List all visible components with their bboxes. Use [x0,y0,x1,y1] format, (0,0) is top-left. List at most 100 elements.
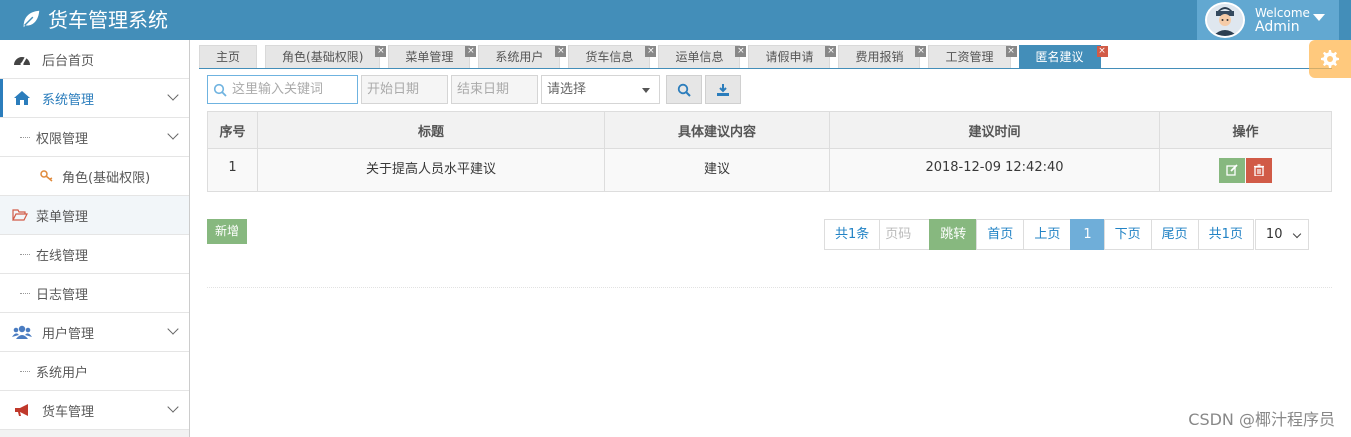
sidebar-item-menus[interactable]: 菜单管理 [0,196,189,235]
close-icon[interactable]: × [465,46,477,57]
bullhorn-icon [12,403,32,417]
suggestions-table: 序号 标题 具体建议内容 建议时间 操作 1 关于提高人员水平建议 建议 201… [207,111,1332,192]
page-size-select[interactable]: 10 [1254,219,1309,250]
sidebar-item-label: 系统用户 [36,365,89,381]
search-button[interactable] [666,75,702,104]
export-button[interactable] [705,75,741,104]
close-icon[interactable]: × [645,46,657,57]
sidebar-item-permissions[interactable]: 权限管理 [0,118,189,157]
sidebar-item-label: 用户管理 [42,326,95,342]
total-count: 共1条 [824,219,881,250]
cell-content: 建议 [604,148,830,192]
jump-button[interactable]: 跳转 [929,219,978,250]
tab-waybill-info[interactable]: 运单信息 × [658,45,747,68]
tab-label: 货车信息 [585,50,634,64]
sidebar-item-label: 系统管理 [42,92,95,108]
close-icon[interactable]: × [1005,46,1017,57]
chevron-down-icon [1292,229,1302,239]
search-toolbar: 这里输入关键词 开始日期 结束日期 请选择 [207,75,741,104]
sidebar-item-label: 菜单管理 [36,209,89,225]
brand[interactable]: 货车管理系统 [20,4,168,33]
page-number-input[interactable]: 页码 [879,219,931,250]
sidebar-item-dashboard[interactable]: 后台首页 [0,40,189,79]
caret-down-icon [642,88,650,93]
sidebar-item-users[interactable]: 用户管理 [0,313,189,352]
keyword-search-input[interactable]: 这里输入关键词 [207,75,358,104]
sidebar-item-online[interactable]: 在线管理 [0,235,189,274]
edit-button[interactable] [1219,157,1245,183]
col-header: 操作 [1159,111,1332,149]
sidebar-item-system[interactable]: 系统管理 [0,79,189,118]
prev-page-button[interactable]: 上页 [1023,219,1072,250]
close-icon[interactable]: × [375,46,387,57]
sidebar-item-label: 后台首页 [42,53,95,69]
filter-select[interactable]: 请选择 [541,75,660,104]
cell-actions [1159,148,1332,192]
tab-expenses[interactable]: 费用报销 × [838,45,927,68]
download-icon [717,83,729,96]
user-menu[interactable]: Welcome Admin [1197,0,1339,40]
sidebar-item-roles[interactable]: 角色(基础权限) [0,157,189,196]
cell-no: 1 [207,148,258,192]
tab-roles[interactable]: 角色(基础权限) × [265,45,387,68]
tab-label: 运单信息 [675,50,724,64]
sidebar-item-logs[interactable]: 日志管理 [0,274,189,313]
tab-menus[interactable]: 菜单管理 × [388,45,477,68]
tab-system-users[interactable]: 系统用户 × [478,45,567,68]
sidebar-item-label: 角色(基础权限) [62,170,151,186]
sidebar-item-label: 在线管理 [36,248,89,264]
tab-truck-info[interactable]: 货车信息 × [568,45,657,68]
tab-home[interactable]: 主页 [199,45,258,68]
tab-label: 角色(基础权限) [282,50,364,64]
first-page-button[interactable]: 首页 [976,219,1025,250]
col-header[interactable]: 具体建议内容 [604,111,830,149]
chevron-down-icon [167,401,179,413]
home-icon [12,90,32,106]
sidebar: 后台首页 系统管理 权限管理 角色(基础权限) 菜单管理 在线管理 日志管理 用… [0,40,190,437]
divider [207,287,1332,288]
sidebar-item-system-users[interactable]: 系统用户 [0,352,189,391]
sidebar-item-label: 货车管理 [42,404,95,420]
tab-label: 匿名建议 [1035,50,1084,64]
chevron-down-icon [167,323,179,335]
chevron-down-icon [167,128,179,140]
tab-divider [199,68,1332,69]
tab-label: 工资管理 [945,50,994,64]
close-icon[interactable]: × [825,46,837,57]
last-page-button[interactable]: 尾页 [1150,219,1199,250]
user-name: Admin [1255,19,1300,35]
start-date-input[interactable]: 开始日期 [361,75,448,104]
tab-salary[interactable]: 工资管理 × [928,45,1017,68]
top-navbar: 货车管理系统 Welcome Admin [0,0,1351,40]
tab-label: 费用报销 [855,50,904,64]
col-header[interactable]: 建议时间 [829,111,1160,149]
delete-button[interactable] [1246,157,1272,183]
close-icon[interactable]: × [735,46,747,57]
caret-down-icon [1313,14,1325,21]
sidebar-item-trucks[interactable]: 货车管理 [0,391,189,430]
tab-anonymous-suggestions[interactable]: 匿名建议 × [1018,45,1108,68]
tab-label: 主页 [216,50,241,64]
cell-title: 关于提高人员水平建议 [257,148,605,192]
settings-button[interactable] [1309,40,1351,78]
add-button[interactable]: 新增 [207,219,247,244]
close-icon[interactable]: × [1096,46,1108,57]
avatar [1205,2,1245,38]
next-page-button[interactable]: 下页 [1103,219,1152,250]
tab-bar: 主页 角色(基础权限) × 菜单管理 × 系统用户 × 货车信息 × 运单信息 × 请假申… [199,45,1109,69]
close-icon[interactable]: × [915,46,927,57]
end-date-input[interactable]: 结束日期 [451,75,538,104]
close-icon[interactable]: × [555,46,567,57]
col-header[interactable]: 序号 [207,111,258,149]
current-page[interactable]: 1 [1070,219,1105,250]
welcome-text: Welcome [1255,6,1310,20]
keyword-placeholder: 这里输入关键词 [232,82,324,97]
dashboard-icon [12,52,32,66]
total-pages: 共1页 [1197,219,1254,250]
col-header[interactable]: 标题 [257,111,605,149]
gear-icon [1321,50,1339,68]
table-row[interactable]: 1 关于提高人员水平建议 建议 2018-12-09 12:42:40 [207,148,1332,192]
select-value: 请选择 [547,82,587,97]
tab-label: 请假申请 [765,50,814,64]
tab-leave[interactable]: 请假申请 × [748,45,837,68]
